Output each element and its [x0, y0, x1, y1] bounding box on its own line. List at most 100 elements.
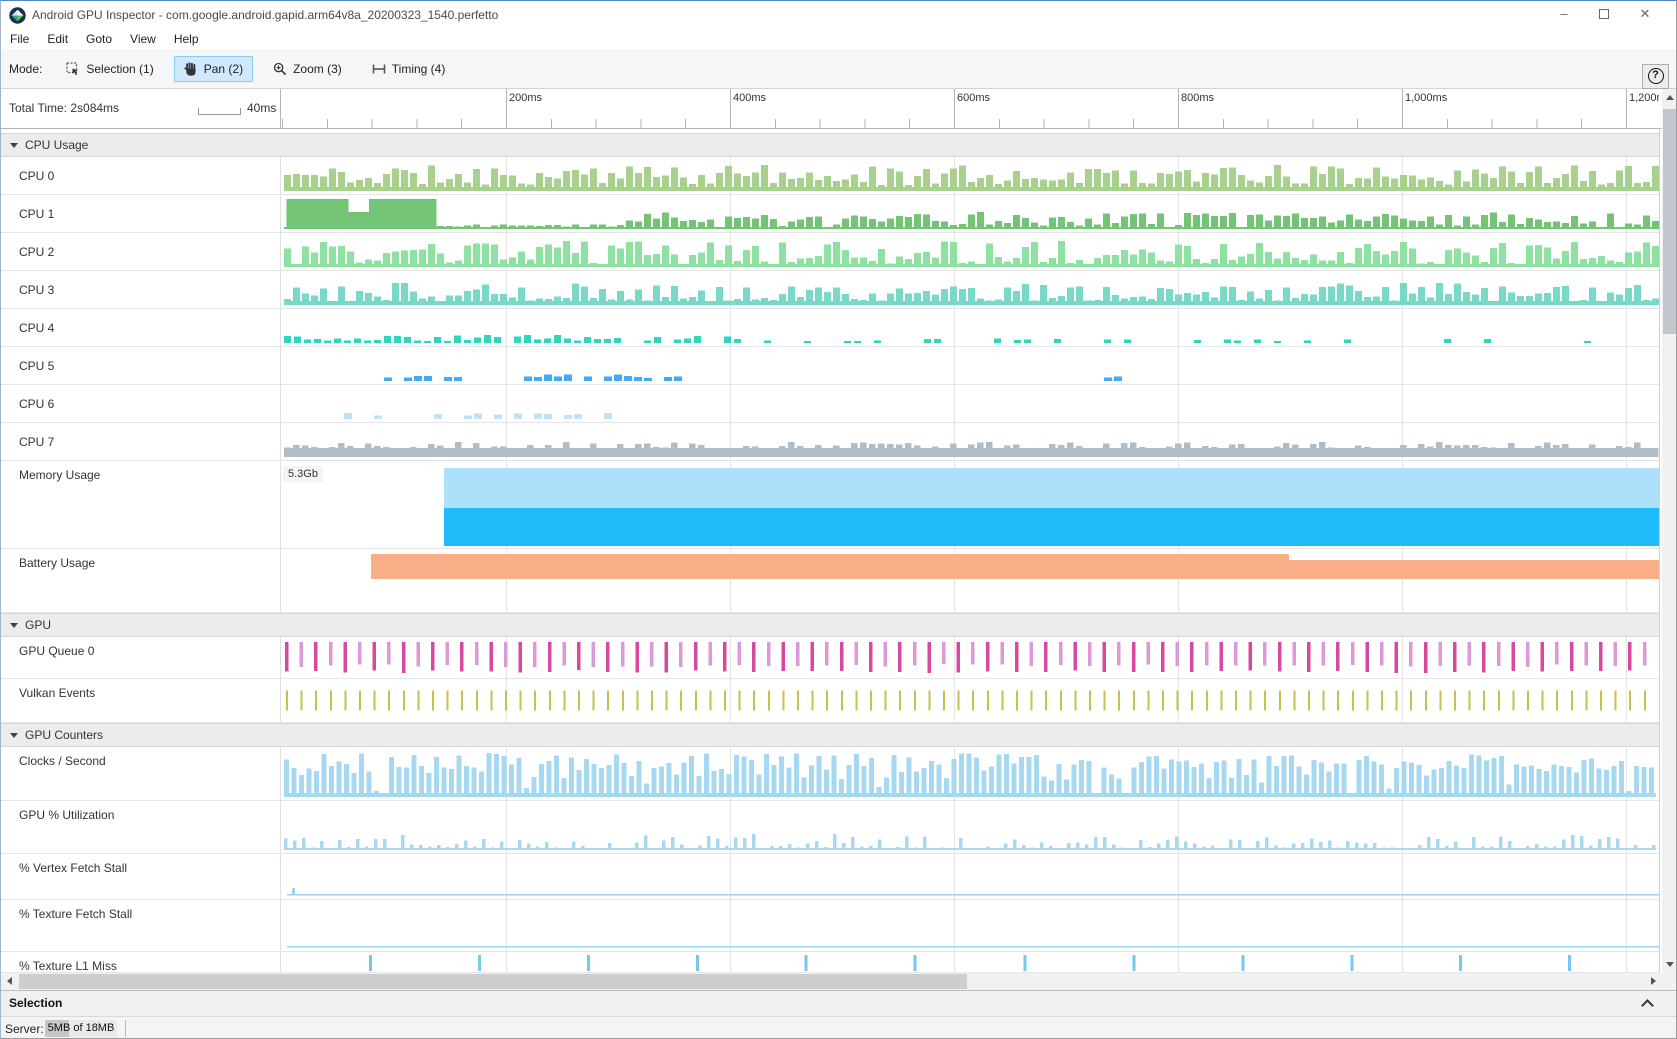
- group-header-gpu[interactable]: GPU: [1, 613, 1659, 637]
- track-label-texture-fetch-stall: % Texture Fetch Stall: [1, 900, 281, 951]
- ruler-tick-label: 600ms: [957, 92, 990, 104]
- track-row-texture-fetch-stall: % Texture Fetch Stall: [1, 900, 1659, 952]
- track-chart-cpu-6[interactable]: [281, 385, 1659, 422]
- status-divider: [125, 1020, 126, 1037]
- track-chart-gpu-utilization[interactable]: [281, 801, 1659, 853]
- horizontal-scrollbar[interactable]: [1, 973, 1662, 990]
- track-chart-battery[interactable]: [281, 549, 1659, 612]
- track-label-vulkan-events: Vulkan Events: [1, 679, 281, 722]
- track-row-cpu-7: CPU 7: [1, 423, 1659, 461]
- collapse-triangle-icon[interactable]: [10, 733, 18, 738]
- track-svg-gpu-utilization: [281, 801, 1659, 853]
- track-row-cpu-4: CPU 4: [1, 309, 1659, 347]
- menu-edit[interactable]: Edit: [38, 30, 77, 49]
- horizontal-scrollbar-thumb[interactable]: [19, 974, 967, 989]
- track-chart-cpu-2[interactable]: [281, 233, 1659, 270]
- vertical-scrollbar[interactable]: [1662, 89, 1677, 973]
- menu-goto[interactable]: Goto: [77, 30, 121, 49]
- help-button[interactable]: ?: [1642, 64, 1669, 89]
- group-label: GPU: [25, 618, 51, 632]
- minimize-button[interactable]: –: [1549, 1, 1579, 27]
- track-label-text: GPU Queue 0: [19, 644, 94, 678]
- track-label-text: CPU 2: [19, 245, 54, 259]
- close-button[interactable]: ✕: [1630, 1, 1660, 27]
- selection-panel-header[interactable]: Selection: [1, 990, 1677, 1016]
- group-header-cpu-usage[interactable]: CPU Usage: [1, 133, 1659, 157]
- status-bar: Server: 5MB of 18MB: [1, 1016, 1677, 1039]
- track-chart-texture-fetch-stall[interactable]: [281, 900, 1659, 951]
- track-label-memory: Memory Usage: [1, 461, 281, 548]
- memory-value-badge: 5.3Gb: [283, 466, 323, 482]
- scroll-down-icon[interactable]: [1666, 962, 1674, 967]
- track-svg-cpu-3: [281, 271, 1659, 308]
- menu-help[interactable]: Help: [165, 30, 208, 49]
- ruler-tick-label: 400ms: [733, 92, 766, 104]
- track-label-text: CPU 7: [19, 435, 54, 449]
- total-time-label: Total Time: 2s084ms: [9, 101, 119, 115]
- track-row-cpu-0: CPU 0: [1, 157, 1659, 195]
- track-label-texture-l1-miss: % Texture L1 Miss: [1, 952, 281, 972]
- track-label-cpu-2: CPU 2: [1, 233, 281, 270]
- track-label-clocks-per-second: Clocks / Second: [1, 747, 281, 800]
- track-label-text: Clocks / Second: [19, 754, 106, 800]
- vertical-scrollbar-thumb[interactable]: [1663, 109, 1677, 334]
- track-chart-memory[interactable]: 5.3Gb: [281, 461, 1659, 548]
- track-svg-clocks-per-second: [281, 747, 1659, 800]
- track-svg-cpu-5: [281, 347, 1659, 384]
- track-chart-cpu-0[interactable]: [281, 157, 1659, 194]
- group-header-gpu-counters[interactable]: GPU Counters: [1, 723, 1659, 747]
- track-label-text: % Texture Fetch Stall: [19, 907, 132, 951]
- title-bar: Android GPU Inspector - com.google.andro…: [1, 1, 1677, 30]
- track-chart-cpu-1[interactable]: [281, 195, 1659, 232]
- track-label-text: CPU 0: [19, 169, 54, 183]
- track-svg-cpu-1: [281, 195, 1659, 232]
- track-label-text: CPU 6: [19, 397, 54, 411]
- zoom-mode-label: Zoom (3): [293, 62, 342, 76]
- track-chart-cpu-5[interactable]: [281, 347, 1659, 384]
- track-chart-clocks-per-second[interactable]: [281, 747, 1659, 800]
- track-label-gpu-queue-0: GPU Queue 0: [1, 637, 281, 678]
- track-chart-cpu-4[interactable]: [281, 309, 1659, 346]
- scroll-left-icon[interactable]: [7, 977, 12, 985]
- zoom-mode-button[interactable]: Zoom (3): [263, 56, 352, 82]
- track-row-clocks-per-second: Clocks / Second: [1, 747, 1659, 801]
- pan-mode-label: Pan (2): [204, 62, 243, 76]
- menu-view[interactable]: View: [121, 30, 165, 49]
- track-chart-vulkan-events[interactable]: [281, 679, 1659, 722]
- ruler-timeline[interactable]: 200ms400ms600ms800ms1,000ms1,200ms: [281, 89, 1659, 129]
- track-label-cpu-0: CPU 0: [1, 157, 281, 194]
- collapse-triangle-icon[interactable]: [10, 623, 18, 628]
- maximize-button[interactable]: [1589, 1, 1619, 27]
- track-label-cpu-3: CPU 3: [1, 271, 281, 308]
- track-row-gpu-queue-0: GPU Queue 0: [1, 637, 1659, 679]
- server-label: Server:: [5, 1022, 44, 1036]
- mode-label: Mode:: [9, 62, 42, 76]
- ruler-tick-label: 1,200ms: [1629, 92, 1659, 104]
- track-chart-gpu-queue-0[interactable]: [281, 637, 1659, 678]
- scrollbar-corner: [1662, 973, 1677, 990]
- track-label-cpu-1: CPU 1: [1, 195, 281, 232]
- selection-icon: [66, 62, 80, 76]
- track-svg-vulkan-events: [281, 679, 1659, 722]
- scale-label: 40ms: [247, 101, 276, 115]
- scroll-right-icon[interactable]: [1651, 977, 1656, 985]
- chevron-up-icon[interactable]: [1641, 999, 1654, 1012]
- track-row-gpu-utilization: GPU % Utilization: [1, 801, 1659, 854]
- track-row-vulkan-events: Vulkan Events: [1, 679, 1659, 723]
- timing-mode-button[interactable]: Timing (4): [362, 56, 456, 82]
- track-label-battery: Battery Usage: [1, 549, 281, 612]
- track-chart-texture-l1-miss[interactable]: [281, 952, 1659, 972]
- scroll-up-icon[interactable]: [1666, 95, 1674, 100]
- track-chart-cpu-3[interactable]: [281, 271, 1659, 308]
- menu-file[interactable]: File: [1, 30, 38, 49]
- track-chart-cpu-7[interactable]: [281, 423, 1659, 460]
- collapse-triangle-icon[interactable]: [10, 143, 18, 148]
- selection-mode-button[interactable]: Selection (1): [56, 56, 163, 82]
- mode-toolbar: Mode: Selection (1) Pan (2): [1, 49, 1677, 89]
- track-label-cpu-6: CPU 6: [1, 385, 281, 422]
- timing-mode-label: Timing (4): [392, 62, 446, 76]
- track-row-cpu-3: CPU 3: [1, 271, 1659, 309]
- track-chart-vertex-fetch-stall[interactable]: [281, 854, 1659, 899]
- pan-mode-button[interactable]: Pan (2): [174, 56, 253, 82]
- track-label-cpu-5: CPU 5: [1, 347, 281, 384]
